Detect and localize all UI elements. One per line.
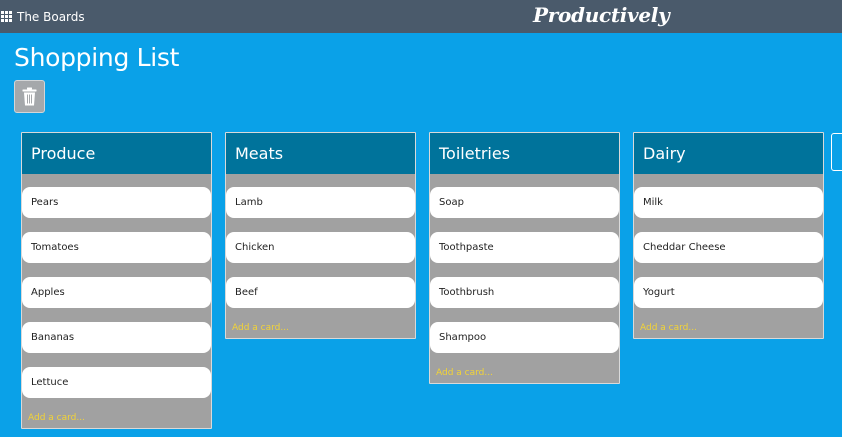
- card[interactable]: Shampoo: [430, 322, 619, 353]
- card-list: Pears Tomatoes Apples Bananas Lettuce Ad…: [22, 174, 211, 428]
- card[interactable]: Lamb: [226, 187, 415, 218]
- trash-icon: [22, 87, 37, 106]
- card[interactable]: Soap: [430, 187, 619, 218]
- add-card-link[interactable]: Add a card...: [634, 318, 823, 338]
- card-list: Lamb Chicken Beef Add a card...: [226, 174, 415, 338]
- boards-menu-button[interactable]: The Boards: [0, 0, 90, 33]
- list-title[interactable]: Toiletries: [430, 133, 619, 174]
- card[interactable]: Chicken: [226, 232, 415, 263]
- list-toiletries: Toiletries Soap Toothpaste Toothbrush Sh…: [429, 132, 620, 384]
- page-title: Shopping List: [14, 43, 180, 72]
- list-title[interactable]: Produce: [22, 133, 211, 174]
- list-produce: Produce Pears Tomatoes Apples Bananas Le…: [21, 132, 212, 429]
- card[interactable]: Yogurt: [634, 277, 823, 308]
- add-card-link[interactable]: Add a card...: [226, 318, 415, 338]
- delete-board-button[interactable]: [14, 80, 45, 113]
- card[interactable]: Cheddar Cheese: [634, 232, 823, 263]
- grid-icon: [1, 11, 12, 22]
- list-title[interactable]: Dairy: [634, 133, 823, 174]
- card[interactable]: Toothbrush: [430, 277, 619, 308]
- card-list: Soap Toothpaste Toothbrush Shampoo Add a…: [430, 174, 619, 383]
- card[interactable]: Toothpaste: [430, 232, 619, 263]
- add-card-link[interactable]: Add a card...: [430, 363, 619, 383]
- list-meats: Meats Lamb Chicken Beef Add a card...: [225, 132, 416, 339]
- card[interactable]: Pears: [22, 187, 211, 218]
- add-list-button[interactable]: [831, 133, 842, 171]
- top-bar: The Boards Productively: [0, 0, 842, 33]
- card[interactable]: Lettuce: [22, 367, 211, 398]
- card[interactable]: Beef: [226, 277, 415, 308]
- boards-menu-label: The Boards: [17, 9, 85, 24]
- card[interactable]: Apples: [22, 277, 211, 308]
- card-list: Milk Cheddar Cheese Yogurt Add a card...: [634, 174, 823, 338]
- card[interactable]: Milk: [634, 187, 823, 218]
- list-dairy: Dairy Milk Cheddar Cheese Yogurt Add a c…: [633, 132, 824, 339]
- brand-logo: Productively: [533, 3, 670, 27]
- list-title[interactable]: Meats: [226, 133, 415, 174]
- card[interactable]: Tomatoes: [22, 232, 211, 263]
- add-card-link[interactable]: Add a card...: [22, 408, 211, 428]
- card[interactable]: Bananas: [22, 322, 211, 353]
